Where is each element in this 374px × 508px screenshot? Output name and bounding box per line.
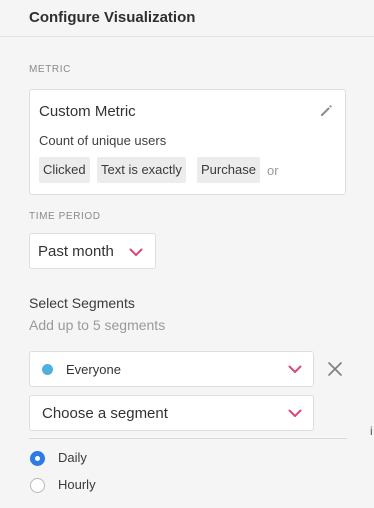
choose-segment-select[interactable]: Choose a segment [29, 395, 314, 431]
segments-subtitle: Add up to 5 segments [29, 317, 166, 333]
segment-color-dot [42, 364, 53, 375]
filter-chip-event[interactable]: Clicked [39, 157, 90, 183]
metric-description: Count of unique users [39, 133, 167, 148]
choose-segment-placeholder: Choose a segment [42, 405, 168, 422]
metric-section-label: METRIC [29, 64, 71, 75]
radio-daily-label[interactable]: Daily [58, 450, 87, 465]
segments-title: Select Segments [29, 295, 135, 311]
segment-value: Everyone [66, 362, 121, 377]
or-link[interactable]: or [267, 163, 279, 178]
chevron-down-icon [288, 409, 302, 417]
metric-card[interactable]: Custom Metric Count of unique users Clic… [29, 89, 346, 195]
pencil-icon[interactable] [319, 104, 333, 118]
metric-title: Custom Metric [39, 103, 136, 120]
panel-title: Configure Visualization [29, 9, 196, 26]
time-period-select[interactable]: Past month [29, 233, 156, 269]
segment-select-everyone[interactable]: Everyone [29, 351, 314, 387]
divider [29, 438, 347, 439]
time-period-section-label: TIME PERIOD [29, 211, 101, 222]
radio-hourly-label[interactable]: Hourly [58, 477, 96, 492]
chevron-down-icon [129, 248, 143, 256]
chevron-down-icon [288, 365, 302, 373]
edge-text-fragment: i [370, 424, 373, 438]
radio-daily[interactable] [30, 451, 45, 466]
close-icon[interactable] [327, 361, 343, 377]
panel-header: Configure Visualization [0, 0, 374, 37]
radio-hourly[interactable] [30, 478, 45, 493]
filter-chip-operator[interactable]: Text is exactly [97, 157, 186, 183]
filter-chip-value[interactable]: Purchase [197, 157, 260, 183]
time-period-value: Past month [38, 243, 114, 260]
